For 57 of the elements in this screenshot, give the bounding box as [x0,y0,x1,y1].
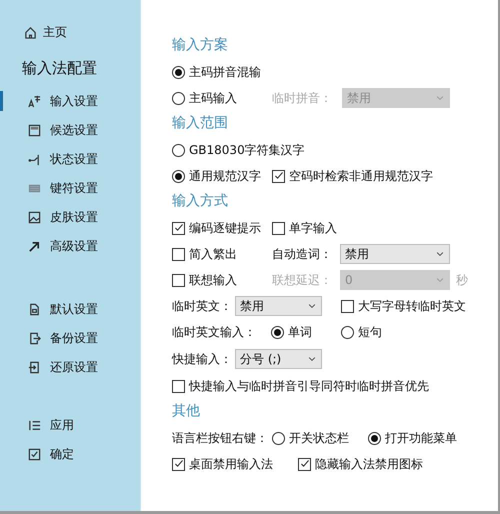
nav-item[interactable]: 键符设置 [0,178,140,198]
dropdown[interactable]: 禁用 [235,296,322,316]
nav-item[interactable]: 高级设置 [0,236,140,256]
branch-icon [28,152,41,166]
sidebar-action[interactable]: 备份设置 [0,328,140,348]
radio-button[interactable]: 开关状态栏 [272,429,368,447]
field-label: 临时英文输入： [172,324,257,341]
field-label: 快捷输入： [172,351,233,368]
export-icon [28,332,41,344]
dropdown[interactable]: 分号 (;) [235,349,322,369]
section-heading: 输入方式 [172,192,229,211]
nav-item[interactable]: 候选设置 [0,120,140,140]
checkbox[interactable]: 单字输入 [272,219,337,237]
nav-item[interactable]: 皮肤设置 [0,207,140,227]
radio-button[interactable]: 主码拼音混输 [172,63,261,81]
checkbox[interactable]: 隐藏输入法禁用图标 [298,455,423,473]
home-link[interactable]: 主页 [0,23,140,41]
field-label: 临时英文： [172,298,233,315]
sidebar-action[interactable]: 默认设置 [0,299,140,319]
arrow-icon [28,240,41,252]
checkbox-icon [28,448,41,460]
sidebar-action[interactable]: 还原设置 [0,357,140,377]
checkbox[interactable]: 联想输入 [172,271,272,289]
field-label: 语言栏按钮右键： [172,430,269,447]
radio-button[interactable]: 主码输入 [172,89,272,107]
import-icon [28,360,41,374]
window-icon [28,124,41,136]
checkbox[interactable]: 大写字母转临时英文 [341,297,466,315]
sidebar-button[interactable]: 应用 [0,415,140,435]
section-heading: 输入方案 [172,36,229,55]
radio-button[interactable]: 打开功能菜单 [368,429,457,447]
home-icon [24,26,37,38]
radio-button[interactable]: 短句 [341,323,382,341]
sidebar-button[interactable]: 确定 [0,444,140,464]
radio-button[interactable]: GB18030字符集汉字 [172,141,305,159]
image-icon [28,210,41,224]
selection-indicator [0,91,3,111]
checkbox[interactable]: 快捷输入与临时拼音引导同符时临时拼音优先 [172,377,429,395]
radio-button[interactable]: 单词 [271,323,341,341]
section-heading: 输入范围 [172,114,229,133]
a-glyph-icon [28,94,41,108]
dropdown[interactable]: 禁用 [340,244,450,264]
nav-item[interactable]: 输入设置 [0,91,140,111]
checkbox[interactable]: 简入繁出 [172,245,272,263]
section-heading: 其他 [172,402,201,421]
checkbox[interactable]: 编码逐键提示 [172,219,272,237]
field-label: 临时拼音： [272,90,333,107]
field-label: 联想延迟： [272,272,333,289]
nav-item[interactable]: 状态设置 [0,149,140,169]
document-icon [28,302,41,316]
checkbox[interactable]: 空码时检索非通用规范汉字 [272,167,433,185]
checkbox[interactable]: 桌面禁用输入法 [172,455,298,473]
list-icon [28,418,41,432]
radio-button[interactable]: 通用规范汉字 [172,167,272,185]
unit-label: 秒 [456,272,468,289]
sidebar-title: 输入法配置 [21,58,98,79]
field-label: 自动造词： [272,246,333,263]
